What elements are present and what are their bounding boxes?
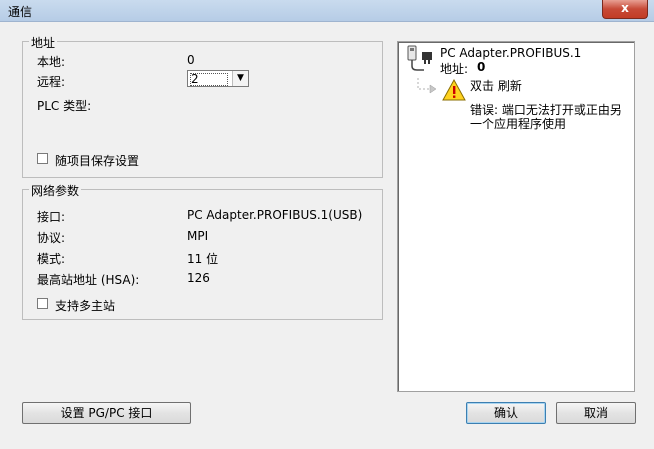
warning-icon (442, 79, 466, 101)
error-message-line2: 一个应用程序使用 (470, 117, 567, 131)
title-bar: 通信 x (0, 0, 654, 22)
adapter-address-value: 0 (477, 60, 486, 74)
protocol-value: MPI (187, 229, 209, 243)
network-tree-panel[interactable]: PC Adapter.PROFIBUS.1 地址: 0 双击 刷新 错误: 端口… (397, 41, 635, 392)
close-button[interactable]: x (602, 0, 648, 19)
dialog-client: 地址 本地: 0 远程: 2 ▼ PLC 类型: 随项目保存设置 网络参数 接口… (0, 22, 654, 449)
adapter-address-label: 地址: (440, 62, 469, 76)
set-pgpc-interface-button[interactable]: 设置 PG/PC 接口 (22, 402, 191, 424)
tree-connector-icon (417, 78, 437, 94)
mode-label: 模式: (37, 252, 66, 266)
hsa-value: 126 (187, 271, 210, 285)
remote-address-select[interactable]: 2 ▼ (187, 70, 249, 87)
chevron-down-icon[interactable]: ▼ (232, 71, 248, 86)
save-with-project-label[interactable]: 随项目保存设置 (55, 152, 139, 169)
local-address-label: 本地: (37, 55, 66, 69)
address-group-title: 地址 (29, 34, 58, 51)
close-icon: x (621, 1, 629, 15)
adapter-name[interactable]: PC Adapter.PROFIBUS.1 (440, 46, 581, 60)
hsa-label: 最高站地址 (HSA): (37, 273, 140, 287)
cancel-button[interactable]: 取消 (556, 402, 636, 424)
refresh-hint[interactable]: 双击 刷新 (470, 77, 522, 94)
window-title: 通信 (8, 5, 33, 19)
mode-value: 11 位 (187, 252, 219, 266)
save-with-project-checkbox[interactable] (37, 153, 48, 164)
protocol-label: 协议: (37, 231, 66, 245)
network-params-title: 网络参数 (29, 182, 82, 199)
remote-address-label: 远程: (37, 75, 66, 89)
multi-master-checkbox[interactable] (37, 298, 48, 309)
local-address-value: 0 (187, 53, 195, 67)
ok-button[interactable]: 确认 (466, 402, 546, 424)
plc-type-label: PLC 类型: (37, 99, 92, 113)
multi-master-label[interactable]: 支持多主站 (55, 297, 115, 314)
usb-adapter-icon (407, 45, 432, 71)
interface-value: PC Adapter.PROFIBUS.1(USB) (187, 208, 363, 222)
interface-label: 接口: (37, 210, 66, 224)
focus-rect (190, 73, 228, 86)
